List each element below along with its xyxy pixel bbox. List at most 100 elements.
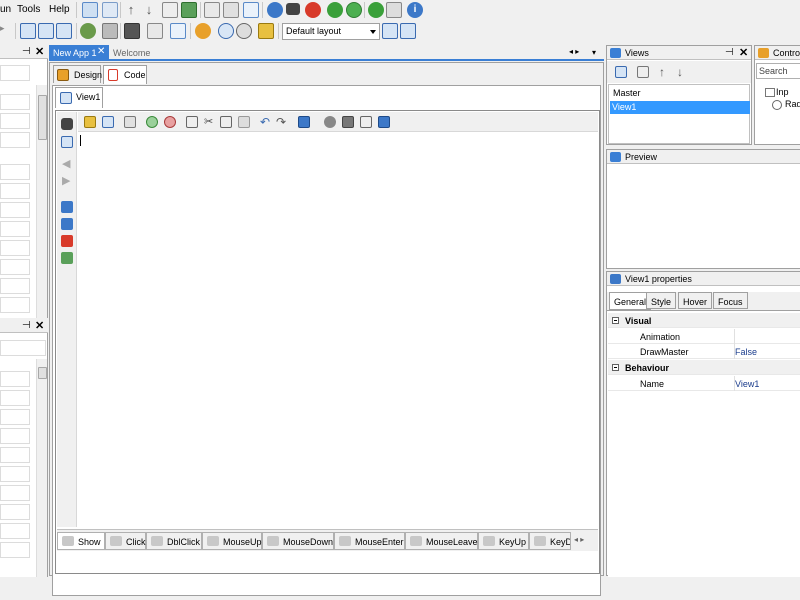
tab-design[interactable]: Design — [53, 65, 102, 83]
comment-icon[interactable] — [146, 116, 158, 128]
event-tab-show[interactable]: Show — [57, 532, 105, 550]
code-editor[interactable] — [78, 133, 596, 527]
add-icon[interactable] — [61, 252, 73, 264]
paste-icon[interactable] — [220, 116, 232, 128]
reset-layout-icon[interactable] — [400, 23, 416, 39]
property-cell[interactable] — [0, 447, 30, 463]
move-down-icon[interactable]: ↓ — [677, 66, 689, 78]
redo-icon[interactable]: ↷ — [276, 116, 288, 128]
property-cell[interactable] — [0, 409, 30, 425]
copy-page-icon[interactable] — [56, 23, 72, 39]
list-item-selected[interactable]: View1 — [610, 101, 750, 114]
vertical-scrollbar[interactable] — [36, 85, 47, 318]
property-cell[interactable] — [0, 504, 30, 520]
save-icon[interactable] — [102, 116, 114, 128]
print-icon[interactable] — [223, 2, 239, 18]
save-icon[interactable] — [20, 23, 36, 39]
refresh-icon[interactable] — [346, 2, 362, 18]
save-all-icon[interactable] — [38, 23, 54, 39]
close-icon[interactable]: ✕ — [739, 46, 748, 59]
help-icon[interactable] — [267, 2, 283, 18]
stop-icon[interactable] — [305, 2, 321, 18]
web-icon[interactable] — [327, 2, 343, 18]
new-project-icon[interactable] — [82, 2, 98, 18]
uncomment-icon[interactable] — [164, 116, 176, 128]
search-input[interactable] — [0, 340, 46, 356]
property-cell[interactable] — [0, 297, 30, 313]
event-tab-mouseenter[interactable]: MouseEnter — [334, 532, 405, 550]
property-cell[interactable] — [0, 113, 30, 129]
export-icon[interactable] — [360, 116, 372, 128]
tab-welcome[interactable]: Welcome — [113, 48, 150, 58]
message-icon[interactable] — [170, 23, 186, 39]
scrollbar-thumb[interactable] — [38, 367, 47, 379]
tab-code[interactable]: Code — [103, 65, 147, 84]
plugin-icon[interactable] — [102, 23, 118, 39]
collapse-icon[interactable] — [612, 364, 619, 371]
list-item[interactable]: Master — [611, 87, 749, 100]
vertical-scrollbar[interactable] — [36, 359, 47, 577]
close-icon[interactable]: ✕ — [35, 45, 44, 58]
property-row[interactable]: Name View1 — [608, 376, 800, 391]
tab-focus[interactable]: Focus — [713, 292, 748, 309]
property-cell[interactable] — [0, 202, 30, 218]
property-cell[interactable] — [0, 221, 30, 237]
tab-new-app-1[interactable]: New App 1 ✕ — [49, 45, 109, 61]
open-icon[interactable] — [84, 116, 96, 128]
tab-general[interactable]: General — [609, 292, 652, 310]
property-row[interactable]: Animation — [608, 329, 800, 344]
tab-style[interactable]: Style — [646, 292, 677, 309]
property-cell[interactable] — [0, 240, 30, 256]
undo-icon[interactable]: ↶ — [260, 116, 272, 128]
stop-run-icon[interactable] — [236, 23, 252, 39]
cut-icon[interactable]: ✂ — [204, 116, 216, 128]
bug-icon[interactable] — [195, 23, 211, 39]
doc-icon[interactable] — [61, 218, 73, 230]
property-cell[interactable] — [0, 466, 30, 482]
property-cell[interactable] — [0, 164, 30, 180]
event-tab-dblclick[interactable]: DblClick — [146, 532, 202, 550]
tab-scroll-icon[interactable]: ◂ ▸ — [569, 47, 579, 56]
event-tab-mouseleave[interactable]: MouseLeave — [405, 532, 478, 550]
pin-icon[interactable]: ⊣ — [22, 320, 31, 331]
event-tab-mouseup[interactable]: MouseUp — [202, 532, 262, 550]
section-visual[interactable]: Visual — [608, 313, 800, 328]
preview-icon[interactable] — [324, 116, 336, 128]
arrow-left-icon[interactable]: ◀ — [62, 158, 74, 170]
info-icon[interactable]: i — [407, 2, 423, 18]
add-page-icon[interactable] — [181, 2, 197, 18]
tree-icon[interactable] — [80, 23, 96, 39]
tab-view1[interactable]: View1 — [55, 87, 103, 108]
property-cell[interactable] — [0, 485, 30, 501]
event-tab-click[interactable]: Click — [105, 532, 146, 550]
layout-select[interactable]: Default layout — [282, 23, 380, 40]
collapse-icon[interactable] — [612, 317, 619, 324]
pin-icon[interactable]: ⊣ — [22, 46, 31, 57]
monitor-icon[interactable] — [124, 23, 140, 39]
event-tab-keyup[interactable]: KeyUp — [478, 532, 529, 550]
event-tab-mousedown[interactable]: MouseDown — [262, 532, 334, 550]
publish-icon[interactable] — [386, 2, 402, 18]
property-row[interactable]: DrawMaster False — [608, 344, 800, 359]
edit-icon[interactable] — [243, 2, 259, 18]
search-input[interactable]: Search — [756, 63, 800, 79]
print-icon[interactable] — [124, 116, 136, 128]
move-down-icon[interactable]: ↓ — [141, 2, 157, 18]
find-icon[interactable] — [204, 2, 220, 18]
format-icon[interactable] — [298, 116, 310, 128]
property-cell[interactable] — [0, 65, 30, 81]
property-cell[interactable] — [0, 542, 30, 558]
control-item[interactable]: Rad — [785, 99, 800, 109]
event-tab-keydown[interactable]: KeyDo — [529, 532, 571, 550]
add-view-icon[interactable] — [615, 66, 627, 78]
copy-icon[interactable] — [186, 116, 198, 128]
property-value[interactable]: False — [735, 347, 757, 357]
tab-hover[interactable]: Hover — [678, 292, 713, 309]
property-cell[interactable] — [0, 390, 30, 406]
property-cell[interactable] — [0, 132, 30, 148]
property-cell[interactable] — [0, 428, 30, 444]
dropdown-arrow-icon[interactable]: ▸ — [0, 23, 12, 39]
filter-icon[interactable] — [147, 23, 163, 39]
remove-view-icon[interactable] — [637, 66, 649, 78]
sort-icon[interactable] — [258, 23, 274, 39]
